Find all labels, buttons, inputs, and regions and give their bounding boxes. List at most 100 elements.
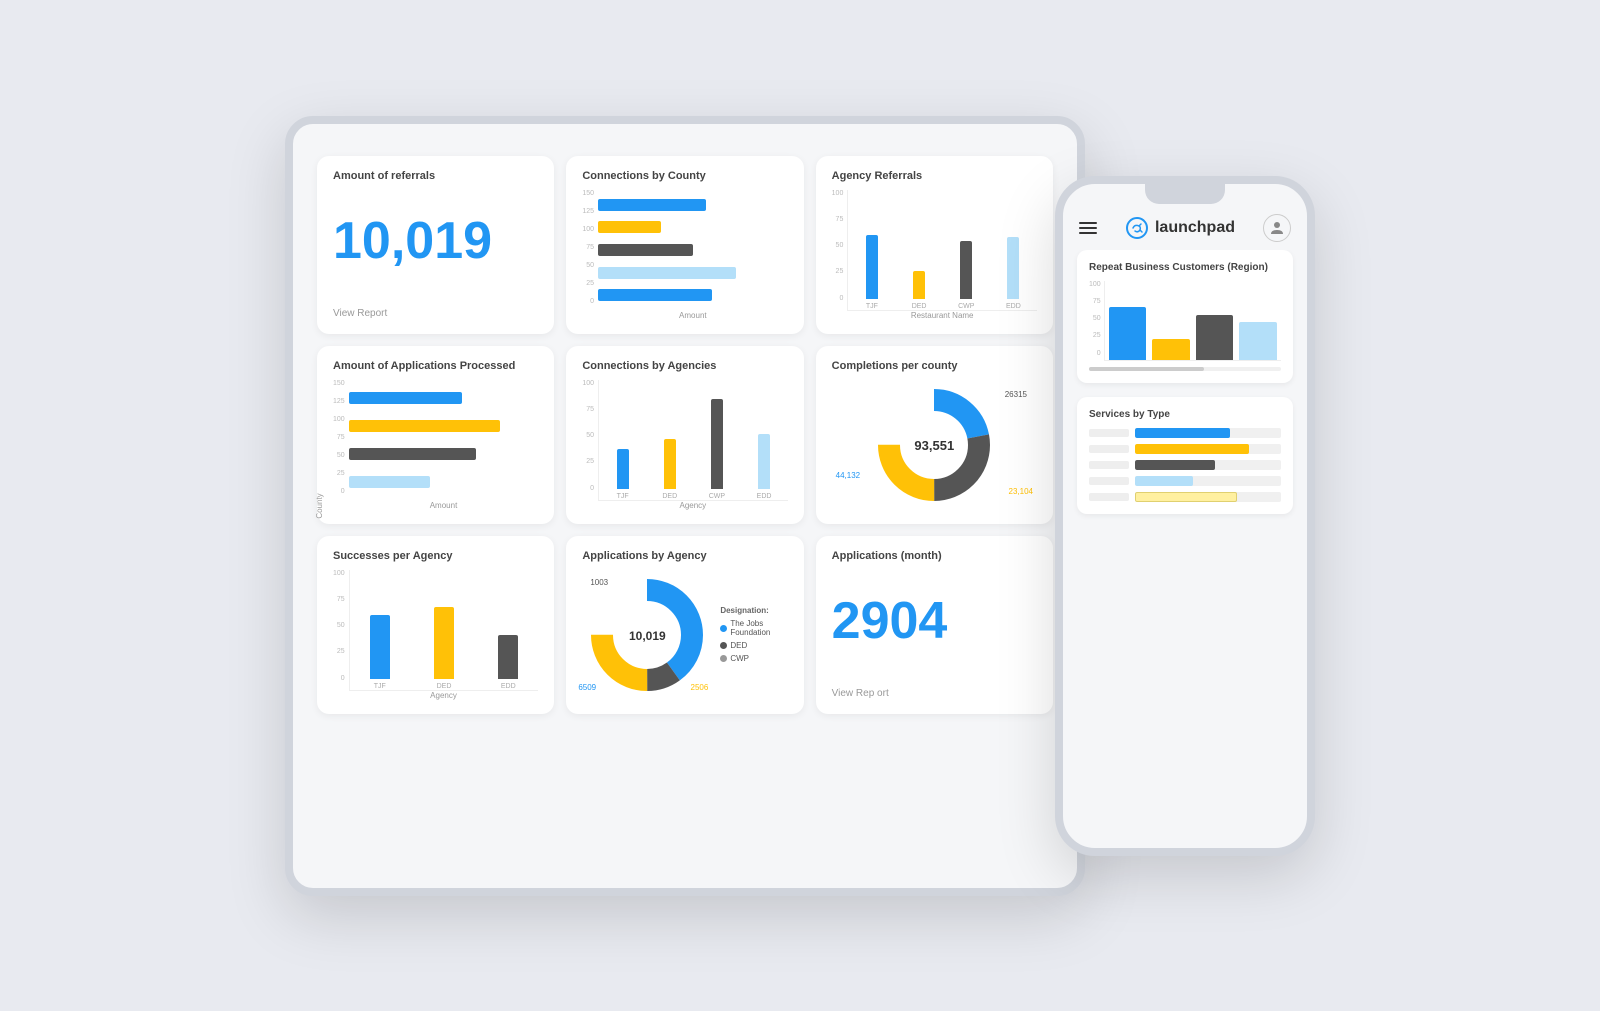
phone-hbar-track-4 [1135,476,1281,486]
hbar-lightblue [349,476,431,488]
hbar-blue [598,199,706,211]
card-title-apps-processed: Amount of Applications Processed [333,360,538,372]
phone-header: launchpad [1063,204,1307,250]
y-tick: 50 [586,432,594,439]
y-tick: 0 [341,675,345,682]
x-axis-label-county: Amount [598,311,788,320]
legend-label-ded: DED [730,641,747,650]
vbar-label-cwp: CWP [958,303,974,310]
view-report-referrals[interactable]: View Report [333,308,538,319]
card-amount-referrals: Amount of referrals 10,019 View Report [317,156,554,334]
phone-y-tick: 50 [1093,315,1101,322]
vbar-ded-success [434,607,454,679]
hbar-row [598,244,788,256]
donut-label-1003: 1003 [590,578,608,587]
x-axis-apps-processed: Amount [349,501,539,510]
view-report-apps[interactable]: View Rep ort [832,688,1037,699]
card-title-successes: Successes per Agency [333,550,538,562]
phone-logo: launchpad [1125,216,1235,240]
y-tick: 50 [337,452,345,459]
y-tick: 75 [586,244,594,251]
hamburger-menu-icon[interactable] [1079,222,1097,234]
phone-y-tick: 0 [1097,350,1101,357]
hbar-dark [349,448,476,460]
vbar-ded [664,439,676,489]
y-tick: 75 [586,406,594,413]
card-applications-agency: Applications by Agency 10,019 1003 6509 [566,536,803,714]
legend-dot-tjf [720,625,727,632]
phone-card-repeat-business: Repeat Business Customers (Region) 100 7… [1077,250,1293,383]
hbar-row [598,199,788,211]
donut-center-apps: 10,019 [629,627,666,643]
vbar-label-edd: EDD [501,683,516,690]
y-tick: 150 [333,380,345,387]
vbar-label-edd: EDD [1006,303,1021,310]
card-completions-county: Completions per county 93,551 [816,346,1053,524]
phone-vbar-dark [1196,315,1234,359]
donut-apps: 10,019 1003 6509 2506 [582,570,712,700]
card-applications-processed: Amount of Applications Processed 150 125… [317,346,554,524]
y-tick: 50 [337,622,345,629]
vbar-label-tjf: TJF [866,303,878,310]
phone-hbar-track-1 [1135,428,1281,438]
donut-label-blue: 44,132 [836,471,860,480]
hbar-row [349,420,539,432]
phone-hbar-row-1 [1089,428,1281,438]
y-tick: 100 [582,380,594,387]
vbar-group-edd-success: EDD [482,635,534,690]
x-axis-successes: Agency [349,691,539,700]
user-icon [1269,220,1285,236]
card-title-agency-referrals: Agency Referrals [832,170,1037,182]
vbar-label-cwp: CWP [709,493,725,500]
phone-vbar-blue [1109,307,1147,359]
hbar-row [598,221,788,233]
y-tick: 125 [333,398,345,405]
vbar-group-cwp: CWP [697,399,736,500]
donut-label-6509: 6509 [578,683,596,692]
vbar-group-tjf: TJF [852,235,891,310]
vbar-group-tjf: TJF [603,449,642,500]
x-axis-connections-agencies: Agency [598,501,788,510]
card-title-apps-agency: Applications by Agency [582,550,787,562]
legend-item-tjf: The Jobs Foundation [720,619,787,637]
user-avatar[interactable] [1263,214,1291,242]
vbar-tjf-blue [866,235,878,299]
vbar-label-ded: DED [912,303,927,310]
donut-label-2506: 2506 [691,683,709,692]
card-title-connections-county: Connections by County [582,170,787,182]
y-tick: 25 [836,268,844,275]
card-connections-county: Connections by County 150 125 100 75 50 … [566,156,803,334]
phone-hbar-fill-3 [1135,460,1215,470]
y-tick: 100 [333,570,345,577]
phone-notch [1145,184,1225,204]
y-tick: 0 [590,298,594,305]
vbar-label-tjf: TJF [617,493,629,500]
phone-row-label-5 [1089,493,1129,501]
card-successes-agency: Successes per Agency 100 75 50 25 0 T [317,536,554,714]
y-tick: 75 [337,596,345,603]
vbar-edd-lightblue [1007,237,1019,299]
hbar-yellow [598,221,661,233]
vbar-cwp [711,399,723,489]
vbar-group-ded: DED [650,439,689,500]
vbar-label-ded: DED [662,493,677,500]
legend-item-ded: DED [720,641,787,650]
dashboard-grid: Amount of referrals 10,019 View Report C… [317,156,1053,714]
vbar-edd [758,434,770,489]
phone-row-label-1 [1089,429,1129,437]
apps-agency-legend: Designation: The Jobs Foundation DED CWP [720,606,787,663]
y-tick: 50 [586,262,594,269]
phone-hbar-track-3 [1135,460,1281,470]
phone-scrollbar-thumb[interactable] [1089,367,1204,371]
y-tick: 25 [586,458,594,465]
card-title-referrals: Amount of referrals [333,170,538,182]
y-tick: 75 [337,434,345,441]
phone-y-tick: 100 [1089,281,1101,288]
vbar-group-edd: EDD [744,434,783,500]
hbar-yellow [349,420,501,432]
y-tick: 150 [582,190,594,197]
phone-hbar-row-2 [1089,444,1281,454]
hbar-row [349,448,539,460]
card-applications-month: Applications (month) 2904 View Rep ort [816,536,1053,714]
phone-y-tick: 25 [1093,332,1101,339]
